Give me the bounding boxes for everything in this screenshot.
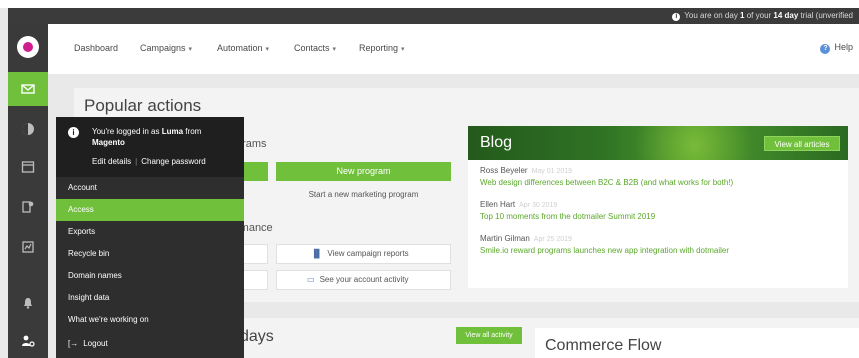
bar-chart-icon: ▐▌ — [311, 249, 323, 258]
chevron-down-icon: ▾ — [188, 46, 193, 53]
reports-icon[interactable] — [8, 230, 48, 264]
start-program-link[interactable]: Start a new marketing program — [276, 190, 451, 199]
logged-in-company: Magento — [92, 138, 125, 147]
chevron-down-icon: ▾ — [265, 46, 270, 53]
calendar-icon[interactable] — [8, 150, 48, 184]
automation-icon[interactable] — [8, 190, 48, 224]
nav-contacts-label: Contacts — [294, 43, 330, 53]
account-activity-card[interactable]: ▭ See your account activity — [276, 270, 451, 290]
popular-actions-title: Popular actions — [84, 96, 202, 115]
trial-text-suffix: trial (unverified — [798, 11, 853, 20]
nav-dashboard[interactable]: Dashboard — [74, 43, 118, 53]
change-password-link[interactable]: Change password — [141, 157, 205, 166]
blog-header: Blog View all articles — [468, 126, 848, 160]
account-menu: i You're logged in as Luma from Magento … — [56, 117, 244, 358]
notifications-bell-icon[interactable] — [8, 286, 48, 320]
nav-automation-label: Automation — [217, 43, 263, 53]
menu-item-recycle-bin[interactable]: Recycle bin — [56, 243, 244, 265]
chevron-down-icon: ▾ — [401, 46, 405, 53]
menu-item-domain-names[interactable]: Domain names — [56, 265, 244, 287]
info-icon: i — [68, 127, 79, 138]
account-menu-user-info: i You're logged in as Luma from Magento … — [56, 117, 244, 177]
dotmailer-logo-icon[interactable] — [17, 36, 39, 58]
post-date: May 01 2019 — [531, 168, 573, 175]
email-campaigns-icon[interactable] — [8, 72, 48, 106]
account-links: Edit details | Change password — [92, 157, 206, 166]
trial-length: 14 day — [773, 11, 799, 20]
post-author-line: Ellen Hart Apr 30 2019 — [480, 200, 557, 209]
nav-automation[interactable]: Automation ▾ — [217, 43, 269, 53]
view-all-activity-button[interactable]: View all activity — [456, 327, 522, 344]
nav-dashboard-label: Dashboard — [74, 43, 119, 53]
info-icon: i — [672, 13, 681, 21]
menu-item-insight-data[interactable]: Insight data — [56, 287, 244, 309]
blog-title: Blog — [480, 134, 513, 151]
contacts-icon[interactable] — [8, 112, 48, 146]
post-author-line: Ross Beyeler May 01 2019 — [480, 166, 572, 175]
post-date: Apr 25 2019 — [533, 236, 572, 243]
help-icon: ? — [820, 44, 831, 54]
logout-label: Logout — [83, 339, 108, 348]
commerce-flow-title: Commerce Flow — [545, 337, 662, 354]
trial-text-prefix: You are on day — [684, 11, 741, 20]
nav-reporting[interactable]: Reporting ▾ — [359, 43, 405, 53]
menu-item-exports[interactable]: Exports — [56, 221, 244, 243]
post-title-link[interactable]: Top 10 moments from the dotmailer Summit… — [480, 212, 655, 221]
trial-text-middle: of your — [744, 11, 774, 20]
edit-details-link[interactable]: Edit details — [92, 157, 131, 166]
post-date: Apr 30 2019 — [519, 202, 558, 209]
blog-panel: Blog View all articles Ross Beyeler May 0… — [468, 126, 848, 288]
view-all-articles-button[interactable]: View all articles — [764, 136, 840, 151]
nav-campaigns-label: Campaigns — [140, 43, 186, 53]
post-author: Martin Gilman — [480, 234, 530, 243]
left-sidebar — [8, 24, 48, 358]
post-author: Ellen Hart — [480, 200, 516, 209]
view-reports-card[interactable]: ▐▌ View campaign reports — [276, 244, 451, 264]
menu-item-account[interactable]: Account — [56, 177, 244, 199]
days-heading: days — [240, 328, 274, 345]
link-separator: | — [135, 157, 138, 166]
commerce-flow-panel: Commerce Flow — [535, 328, 859, 358]
post-author-line: Martin Gilman Apr 25 2019 — [480, 234, 572, 243]
account-activity-label: See your account activity — [319, 275, 409, 284]
menu-item-whats-new[interactable]: What we're working on — [56, 309, 244, 331]
nav-campaigns[interactable]: Campaigns ▾ — [140, 43, 192, 53]
logout-icon: [→ — [68, 339, 79, 348]
post-author: Ross Beyeler — [480, 166, 528, 175]
window-frame — [0, 0, 859, 8]
chevron-down-icon: ▾ — [332, 46, 337, 53]
menu-item-logout[interactable]: [→ Logout — [56, 333, 244, 355]
help-link[interactable]: ? Help — [820, 42, 853, 54]
post-title-link[interactable]: Smile.io reward programs launches new ap… — [480, 246, 729, 255]
logged-in-user: Luma — [161, 127, 184, 136]
document-icon: ▭ — [307, 275, 315, 284]
nav-contacts[interactable]: Contacts ▾ — [294, 43, 336, 53]
logged-in-from: from — [183, 127, 202, 136]
user-settings-icon[interactable] — [8, 324, 48, 358]
help-label: Help — [834, 42, 853, 52]
new-program-button[interactable]: New program — [276, 162, 451, 181]
logged-in-text: You're logged in as Luma from Magento — [92, 126, 201, 148]
trial-banner: i You are on day 1 of your 14 day trial (… — [8, 8, 859, 24]
nav-reporting-label: Reporting — [359, 43, 399, 53]
menu-item-access[interactable]: Access — [56, 199, 244, 221]
post-title-link[interactable]: Web design differences between B2C & B2B… — [480, 178, 733, 187]
view-reports-label: View campaign reports — [327, 249, 409, 258]
top-navigation: Dashboard Campaigns ▾ Automation ▾ Contact… — [48, 24, 859, 74]
logged-in-prefix: You're logged in as — [92, 127, 162, 136]
